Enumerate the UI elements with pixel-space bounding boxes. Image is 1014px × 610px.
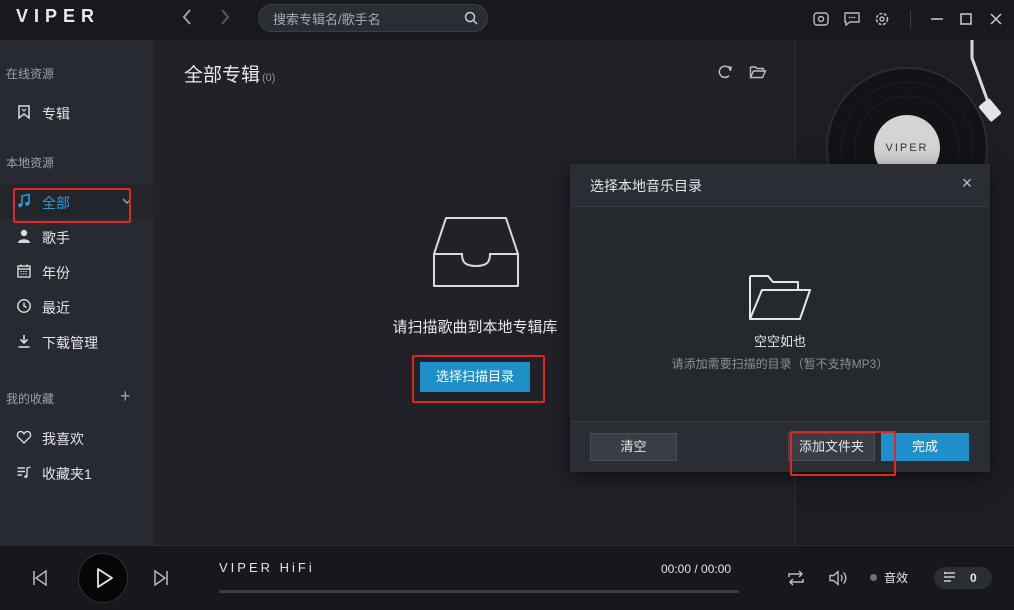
minimize-icon[interactable] xyxy=(928,10,946,28)
dialog-title: 选择本地音乐目录 xyxy=(590,178,702,194)
next-track-icon[interactable] xyxy=(153,569,169,587)
search-icon[interactable] xyxy=(463,10,479,26)
settings-gear-icon[interactable] xyxy=(873,10,891,28)
highlight-box-all xyxy=(13,188,131,223)
track-title: VIPER HiFi xyxy=(219,560,315,575)
section-online: 在线资源 xyxy=(6,67,55,81)
empty-tray-icon xyxy=(433,217,519,287)
sidebar-item-label: 专辑 xyxy=(42,106,70,122)
refresh-icon[interactable] xyxy=(716,63,734,81)
sidebar-item-collection-1[interactable]: 收藏夹1 xyxy=(0,455,154,489)
select-music-directory-dialog: 选择本地音乐目录 × 空空如也 请添加需要扫描的目录（暂不支持MP3） 清空 添… xyxy=(570,164,990,472)
add-favorite-button[interactable]: + xyxy=(120,386,131,407)
sidebar-item-recent[interactable]: 最近 xyxy=(0,289,154,323)
sidebar-item-label: 下载管理 xyxy=(42,335,98,351)
sidebar-item-liked[interactable]: 我喜欢 xyxy=(0,420,154,454)
volume-icon[interactable] xyxy=(828,569,848,587)
previous-track-icon[interactable] xyxy=(32,569,48,587)
open-folder-icon[interactable] xyxy=(749,63,767,81)
highlight-box-add-folder xyxy=(790,431,896,476)
back-button[interactable] xyxy=(176,8,198,30)
search-input[interactable] xyxy=(271,8,461,30)
page-title: 全部专辑 (0) xyxy=(184,60,275,87)
calendar-icon xyxy=(17,264,31,278)
sidebar-item-label: 最近 xyxy=(42,300,70,316)
playlist-icon xyxy=(17,466,31,479)
progress-bar[interactable] xyxy=(219,590,739,593)
toolbar-divider xyxy=(910,10,911,28)
time-display: 00:00 / 00:00 xyxy=(661,562,732,576)
sidebar-item-label: 收藏夹1 xyxy=(42,466,92,482)
highlight-box-scan xyxy=(412,355,545,403)
folder-icon xyxy=(749,275,811,320)
repeat-icon[interactable] xyxy=(786,569,806,587)
effects-indicator-dot xyxy=(870,574,877,581)
sidebar-item-label: 年份 xyxy=(42,265,70,281)
top-bar xyxy=(0,0,1014,40)
chevron-right-icon xyxy=(221,9,230,25)
search-box xyxy=(258,4,488,32)
chevron-left-icon xyxy=(182,9,191,25)
clock-icon xyxy=(17,299,31,313)
section-local: 本地资源 xyxy=(6,156,55,170)
skin-icon[interactable] xyxy=(812,10,830,28)
sidebar-item-downloads[interactable]: 下载管理 xyxy=(0,324,154,358)
play-button[interactable] xyxy=(78,553,128,603)
sidebar-item-label: 我喜欢 xyxy=(42,431,84,447)
page-title-text: 全部专辑 xyxy=(184,65,261,86)
empty-title: 空空如也 xyxy=(753,334,806,349)
clear-button[interactable]: 清空 xyxy=(590,433,677,461)
sidebar-item-albums[interactable]: 专辑 xyxy=(0,95,154,129)
window-close-icon[interactable] xyxy=(987,10,1005,28)
section-favorites: 我的收藏 xyxy=(6,392,55,406)
queue-count: 0 xyxy=(970,571,977,585)
vinyl-record: VIPER xyxy=(826,40,1001,170)
album-count: (0) xyxy=(262,72,276,84)
effects-button[interactable]: 音效 xyxy=(884,569,908,586)
download-icon xyxy=(18,335,30,348)
sidebar-item-label: 歌手 xyxy=(42,230,70,246)
queue-list-icon xyxy=(944,571,955,582)
play-icon xyxy=(97,568,113,588)
dialog-close-button[interactable]: × xyxy=(958,174,976,192)
sidebar-item-years[interactable]: 年份 xyxy=(0,254,154,288)
empty-subtitle: 请添加需要扫描的目录（暂不支持MP3） xyxy=(671,357,889,371)
playlist-queue-button[interactable]: 0 xyxy=(934,567,992,589)
vinyl-label: VIPER xyxy=(885,142,928,154)
bookmark-icon xyxy=(18,105,30,120)
message-icon[interactable] xyxy=(843,10,861,28)
heart-icon xyxy=(16,430,32,444)
dialog-directory-list: 空空如也 请添加需要扫描的目录（暂不支持MP3） xyxy=(571,206,989,422)
app-logo: VIPER xyxy=(16,6,101,26)
sidebar-item-artists[interactable]: 歌手 xyxy=(0,219,154,253)
person-icon xyxy=(18,229,30,243)
forward-button[interactable] xyxy=(214,8,236,30)
maximize-icon[interactable] xyxy=(957,10,975,28)
